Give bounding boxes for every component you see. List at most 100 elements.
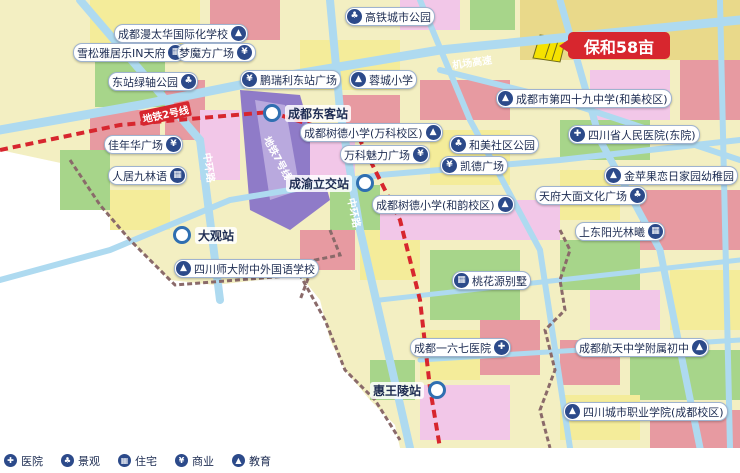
- education-icon: ▲: [176, 261, 191, 276]
- plot-tag[interactable]: 保和58亩: [559, 32, 670, 59]
- commercial-icon: ¥: [413, 147, 428, 162]
- land-use-map: 机场高速 地铁2号线 中环路 中环路 地铁7号线 保和58亩 成都东客站 成渝立…: [0, 0, 740, 448]
- poi-label: 桃花源别墅: [472, 274, 527, 288]
- poi-label: 四川师大附中外国语学校: [194, 262, 315, 276]
- poi-label: 成都漫太华国际化学校: [118, 27, 228, 41]
- education-icon: ▲: [425, 125, 441, 140]
- poi-sichuan-peoples-hospital[interactable]: ✚ 四川省人民医院(东院): [568, 125, 700, 144]
- education-icon: ▲: [565, 404, 580, 419]
- commercial-icon: ¥: [442, 158, 457, 173]
- poi-label: 上东阳光林曦: [579, 225, 645, 239]
- poi-tianfu-damian-plaza[interactable]: 天府大面文化广场 ♣: [535, 186, 647, 205]
- poi-label: 成都航天中学附属初中: [579, 341, 689, 355]
- poi-hangtian-middle-school[interactable]: 成都航天中学附属初中 ▲: [575, 338, 709, 357]
- landscape-icon: ♣: [61, 454, 74, 467]
- station-icon: [263, 104, 281, 122]
- legend-item-education: ▲ 教育: [232, 453, 271, 469]
- legend-item-landscape: ♣ 景观: [61, 453, 100, 469]
- poi-no167-hospital[interactable]: 成都一六七医院 ✚: [410, 338, 511, 357]
- station-chengdu-east[interactable]: 成都东客站: [263, 104, 352, 122]
- education-icon: ▲: [351, 72, 366, 87]
- station-icon: [173, 226, 191, 244]
- poi-gaotie-park[interactable]: ♣ 高铁城市公园: [345, 7, 435, 26]
- poi-xuesong-yajule[interactable]: 雪松雅居乐IN天府 ▦: [73, 43, 186, 62]
- poi-taohuayuan-villa[interactable]: ▦ 桃花源别墅: [452, 271, 531, 290]
- poi-label: 高铁城市公园: [365, 10, 431, 24]
- poi-renju-jiulinyu[interactable]: 人居九林语 ▦: [108, 166, 187, 185]
- residential-icon: ▦: [118, 454, 131, 467]
- residential-icon: ▦: [648, 224, 663, 239]
- station-label: 惠王陵站: [370, 381, 425, 399]
- poi-hemei-park[interactable]: ♣ 和美社区公园: [449, 135, 539, 154]
- poi-label: 成都市第四十九中学(和美校区): [516, 92, 668, 106]
- education-icon: ▲: [606, 168, 621, 183]
- commercial-icon: ¥: [166, 137, 181, 152]
- poi-chengdu-taihua-school[interactable]: 成都漫太华国际化学校 ▲: [114, 24, 248, 43]
- legend-item-hospital: ✚ 医院: [4, 453, 43, 469]
- residential-icon: ▦: [454, 273, 469, 288]
- station-label: 大观站: [195, 226, 238, 244]
- education-icon: ▲: [231, 26, 246, 41]
- station-daguan[interactable]: 大观站: [173, 226, 238, 244]
- poi-label: 四川城市职业学院(成都校区): [583, 405, 724, 419]
- poi-label: 四川省人民医院(东院): [588, 128, 696, 142]
- poi-label: 佳年华广场: [108, 138, 163, 152]
- education-icon: ▲: [498, 91, 513, 106]
- landscape-icon: ♣: [451, 137, 466, 152]
- station-label: 成都东客站: [285, 104, 352, 122]
- poi-label: 成都一六七医院: [414, 341, 491, 355]
- legend-label: 教育: [249, 454, 271, 468]
- legend-item-commercial: ¥ 商业: [175, 453, 214, 469]
- poi-label: 梦魔方广场: [179, 46, 234, 60]
- education-icon: ▲: [692, 340, 707, 355]
- poi-sicnu-foreign-language-school[interactable]: ▲ 四川师大附中外国语学校: [174, 259, 319, 278]
- poi-label: 成都树德小学(万科校区): [304, 126, 423, 140]
- station-icon: [356, 174, 375, 192]
- station-chengyu-interchange[interactable]: 成渝立交站: [286, 174, 375, 192]
- poi-sichuan-city-vocational-college[interactable]: ▲ 四川城市职业学院(成都校区): [563, 402, 728, 421]
- poi-label: 成都树德小学(和韵校区): [376, 198, 495, 212]
- hospital-icon: ✚: [570, 127, 585, 142]
- legend-label: 景观: [78, 454, 100, 468]
- poi-label: 凯德广场: [460, 159, 504, 173]
- legend-label: 住宅: [135, 454, 157, 468]
- poi-kaide-plaza[interactable]: ¥ 凯德广场: [440, 156, 508, 175]
- poi-jianianhua-plaza[interactable]: 佳年华广场 ¥: [104, 135, 183, 154]
- poi-shangdong-yangguang[interactable]: 上东阳光林曦 ▦: [575, 222, 665, 241]
- poi-label: 雪松雅居乐IN天府: [77, 46, 166, 60]
- landscape-icon: ♣: [630, 188, 645, 203]
- education-icon: ▲: [232, 454, 245, 467]
- legend-label: 商业: [192, 454, 214, 468]
- poi-shude-primary-vanke[interactable]: 成都树德小学(万科校区) ▲: [300, 123, 443, 142]
- hospital-icon: ✚: [494, 340, 509, 355]
- poi-label: 人居九林语: [112, 169, 167, 183]
- poi-shude-primary-heyun[interactable]: 成都树德小学(和韵校区) ▲: [372, 195, 515, 214]
- poi-label: 万科魅力广场: [344, 148, 410, 162]
- map-legend: ✚ 医院 ♣ 景观 ▦ 住宅 ¥ 商业 ▲ 教育: [0, 448, 740, 473]
- poi-label: 和美社区公园: [469, 138, 535, 152]
- poi-label: 鹏瑞利东站广场: [260, 73, 337, 87]
- poi-label: 天府大面文化广场: [539, 189, 627, 203]
- education-icon: ▲: [497, 197, 513, 212]
- poi-pengruili-plaza[interactable]: ¥ 鹏瑞利东站广场: [240, 70, 341, 89]
- poi-mengmofang-plaza[interactable]: 梦魔方广场 ¥: [177, 43, 256, 62]
- poi-label: 蓉城小学: [369, 73, 413, 87]
- poi-no49-middle-school[interactable]: ▲ 成都市第四十九中学(和美校区): [496, 89, 672, 108]
- commercial-icon: ¥: [237, 45, 252, 60]
- station-icon: [428, 381, 447, 399]
- poi-label: 东站绿轴公园: [112, 75, 178, 89]
- poi-dongzhan-park[interactable]: 东站绿轴公园 ♣: [108, 72, 198, 91]
- poi-golden-apple-kindergarten[interactable]: ▲ 金苹果恋日家园幼稚园: [604, 166, 738, 185]
- legend-item-residential: ▦ 住宅: [118, 453, 157, 469]
- commercial-icon: ¥: [175, 454, 188, 467]
- poi-label: 金苹果恋日家园幼稚园: [624, 169, 734, 183]
- poi-rongcheng-primary[interactable]: ▲ 蓉城小学: [349, 70, 417, 89]
- station-huiwangling[interactable]: 惠王陵站: [370, 381, 447, 399]
- hospital-icon: ✚: [4, 454, 17, 467]
- commercial-icon: ¥: [242, 72, 257, 87]
- station-label: 成渝立交站: [286, 174, 353, 192]
- landscape-icon: ♣: [347, 9, 362, 24]
- residential-icon: ▦: [170, 168, 185, 183]
- poi-vanke-meili-plaza[interactable]: 万科魅力广场 ¥: [340, 145, 430, 164]
- legend-label: 医院: [21, 454, 43, 468]
